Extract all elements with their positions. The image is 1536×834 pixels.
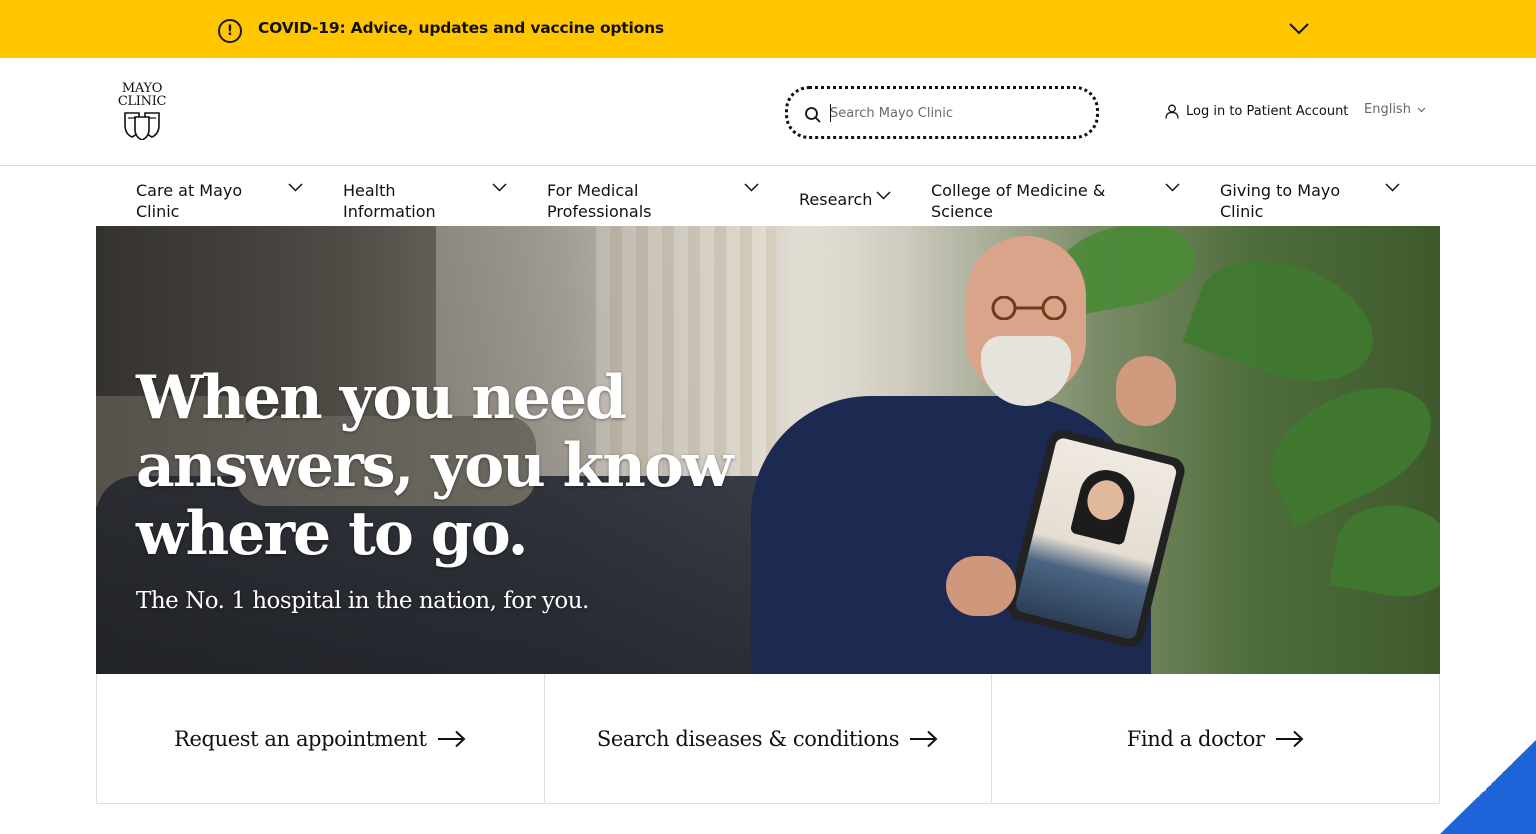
- chevron-down-icon[interactable]: [1288, 22, 1310, 36]
- nav-label: Information: [343, 202, 436, 221]
- nav-label: Health: [343, 181, 396, 200]
- nav-label: For Medical: [547, 181, 639, 200]
- chevron-down-icon[interactable]: [492, 183, 507, 192]
- nav-label: Science: [931, 202, 994, 221]
- chevron-down-icon[interactable]: [744, 183, 759, 192]
- arrow-right-icon: [910, 730, 938, 747]
- person-icon: [1165, 104, 1179, 119]
- search-icon: [805, 107, 821, 123]
- cta-label: Find a doctor: [1126, 726, 1265, 751]
- hero-image-hand: [1116, 356, 1176, 426]
- covid-banner-text[interactable]: COVID-19: Advice, updates and vaccine op…: [258, 19, 664, 37]
- chevron-down-icon[interactable]: [288, 183, 303, 192]
- hero-title-line: answers, you know: [136, 431, 734, 501]
- search-box[interactable]: [785, 86, 1099, 139]
- covid-banner[interactable]: ! COVID-19: Advice, updates and vaccine …: [0, 0, 1536, 58]
- nav-label: Care at Mayo: [136, 181, 243, 200]
- nav-item-college-of-medicine[interactable]: College of Medicine & Science: [931, 180, 1105, 222]
- hero-image-hand: [946, 556, 1016, 616]
- nav-label: Giving to Mayo: [1220, 181, 1341, 200]
- mayo-clinic-logo[interactable]: MAYO CLINIC: [114, 82, 170, 140]
- chevron-down-icon[interactable]: [1385, 183, 1400, 192]
- search-input[interactable]: [830, 102, 1080, 124]
- nav-item-medical-professionals[interactable]: For Medical Professionals: [547, 180, 652, 222]
- language-label: English: [1364, 102, 1411, 117]
- nav-label: College of Medicine &: [931, 181, 1106, 200]
- site-header: MAYO CLINIC Log in to Patient Account En…: [0, 58, 1536, 166]
- nav-label: Research: [799, 190, 873, 209]
- cta-row: Request an appointment Search diseases &…: [96, 674, 1440, 804]
- nav-item-care[interactable]: Care at Mayo Clinic: [136, 180, 242, 222]
- nav-label: Clinic: [1220, 202, 1264, 221]
- chevron-down-icon: [1417, 107, 1426, 112]
- find-doctor-link[interactable]: Find a doctor: [992, 674, 1439, 803]
- hero-image-glasses: [991, 296, 1067, 320]
- text-caret: [830, 104, 831, 122]
- nav-item-giving[interactable]: Giving to Mayo Clinic: [1220, 180, 1340, 222]
- nav-item-research[interactable]: Research: [799, 189, 872, 210]
- hero-banner: When you need answers, you know where to…: [96, 226, 1440, 674]
- hero-title-line: where to go.: [136, 499, 529, 569]
- main-nav: Care at Mayo Clinic Health Information F…: [0, 167, 1536, 226]
- arrow-right-icon: [1275, 730, 1304, 747]
- login-label: Log in to Patient Account: [1186, 103, 1349, 119]
- hero-title: When you need answers, you know where to…: [136, 364, 736, 568]
- nav-item-health-information[interactable]: Health Information: [343, 180, 436, 222]
- feedback-tab[interactable]: Feedback: [1440, 740, 1536, 834]
- cta-label: Search diseases & conditions: [596, 726, 900, 751]
- chevron-down-icon[interactable]: [876, 191, 891, 200]
- chevron-down-icon[interactable]: [1165, 183, 1180, 192]
- arrow-right-icon: [437, 730, 466, 747]
- login-link[interactable]: Log in to Patient Account: [1165, 102, 1348, 120]
- cta-label: Request an appointment: [174, 726, 427, 751]
- nav-label: Professionals: [547, 202, 652, 221]
- nav-label: Clinic: [136, 202, 180, 221]
- exclamation-icon: !: [218, 19, 242, 43]
- hero-title-line: When you need: [136, 363, 627, 433]
- language-selector[interactable]: English: [1364, 102, 1426, 117]
- hero-subtitle: The No. 1 hospital in the nation, for yo…: [136, 588, 589, 614]
- search-diseases-link[interactable]: Search diseases & conditions: [545, 674, 993, 803]
- shields-logo-icon: [124, 112, 160, 140]
- logo-text-line2: CLINIC: [117, 94, 167, 109]
- request-appointment-link[interactable]: Request an appointment: [97, 674, 545, 803]
